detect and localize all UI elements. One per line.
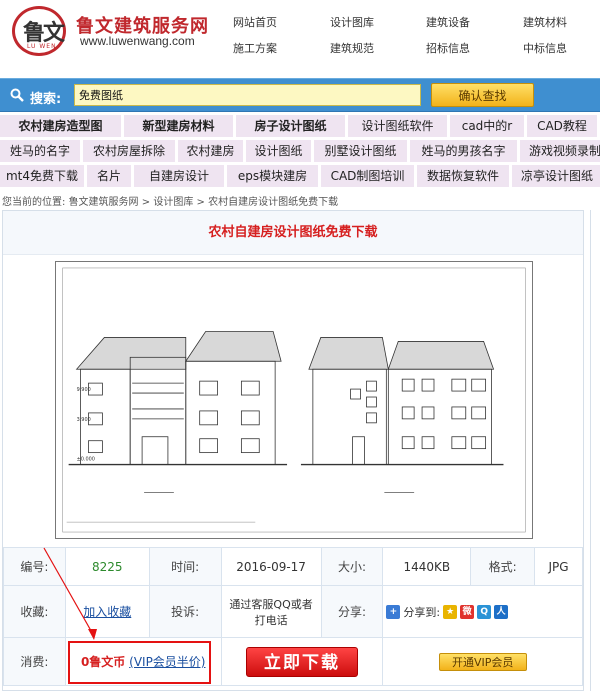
keyword-tag[interactable]: mt4免费下载 [0,165,84,187]
nav-building-materials[interactable]: 建筑材料 [523,14,567,30]
format-value: JPG [534,547,583,586]
tencent-weibo-icon[interactable]: Q [477,605,492,619]
share-to-label: 分享到: [403,606,441,619]
search-bar: 搜索: 确认查找 [0,78,600,112]
keyword-tag[interactable]: 姓马的名字 [0,140,80,162]
right-sidebar-edge [590,210,600,691]
site-url: www.luwenwang.com [80,34,195,48]
breadcrumb-design-library[interactable]: 设计图库 [153,197,193,208]
keyword-tag[interactable]: CAD教程 [527,115,597,137]
keyword-row-2: 姓马的名字 农村房屋拆除 农村建房 设计图纸 别墅设计图纸 姓马的男孩名字 游戏… [0,140,600,164]
keyword-tag[interactable]: 农村建房造型图 [0,115,121,137]
favorite-label: 收藏: [3,585,66,638]
nav-award-info[interactable]: 中标信息 [523,40,567,56]
breadcrumb-separator: > [141,197,151,208]
cost-label: 消费: [3,637,66,686]
keyword-tag[interactable]: 姓马的男孩名字 [410,140,517,162]
nav-design-library[interactable]: 设计图库 [330,14,374,30]
house-elevation-drawing: 9.900 3.900 ±0.000 [62,267,526,533]
content-panel: 农村自建房设计图纸免费下载 9.900 3.900 ±0.000 编号: 822… [2,210,584,691]
logo-subtext: LU WEN [27,43,57,50]
keyword-tag[interactable]: CAD制图培训 [321,165,414,187]
qzone-icon[interactable]: ★ [443,605,458,619]
search-button[interactable]: 确认查找 [431,83,534,107]
breadcrumb: 您当前的位置: 鲁文建筑服务网 > 设计图库 > 农村自建房设计图纸免费下载 [2,193,338,208]
open-vip-button[interactable]: 开通VIP会员 [438,652,527,671]
info-row: 编号: 8225 时间: 2016-09-17 大小: 1440KB 格式: J… [3,547,583,586]
site-logo[interactable]: 鲁文 LU WEN [12,6,66,56]
share-plus-icon[interactable]: + [386,605,401,619]
time-label: 时间: [148,547,222,586]
nav-tender-info[interactable]: 招标信息 [426,40,470,56]
info-row: 收藏: 加入收藏 投诉: 通过客服QQ或者打电话 分享: + 分享到: ★ 微 … [3,585,583,638]
keyword-tag[interactable]: 房子设计图纸 [236,115,345,137]
keyword-tag[interactable]: 游戏视频录制 [520,140,600,162]
page-title: 农村自建房设计图纸免费下载 [3,211,583,255]
keyword-tag[interactable]: eps模块建房 [227,165,318,187]
site-header: 鲁文 LU WEN 鲁文建筑服务网 www.luwenwang.com 网站首页… [0,0,600,66]
breadcrumb-separator: > [196,197,205,208]
keyword-tag[interactable]: 别墅设计图纸 [314,140,407,162]
vip-cell: 开通VIP会员 [382,637,583,686]
breadcrumb-current[interactable]: 农村自建房设计图纸免费下载 [208,197,338,208]
svg-text:9.900: 9.900 [77,387,91,393]
keyword-tag[interactable]: 新型建房材料 [124,115,233,137]
keyword-tag[interactable]: 农村建房 [178,140,243,162]
keyword-row-1: 农村建房造型图 新型建房材料 房子设计图纸 设计图纸软件 cad中的r CAD教… [0,115,600,139]
share-cell: + 分享到: ★ 微 Q 人 [382,585,583,638]
keyword-tag[interactable]: cad中的r [450,115,524,137]
share-label: 分享: [320,585,384,638]
renren-icon[interactable]: 人 [494,605,509,619]
annotation-highlight-box [68,641,211,684]
keyword-tag[interactable]: 自建房设计 [134,165,224,187]
share-icons: + 分享到: ★ 微 Q 人 [386,604,509,620]
size-value: 1440KB [382,547,472,586]
keyword-tag[interactable]: 设计图纸 [246,140,311,162]
format-label: 格式: [470,547,536,586]
nav-building-codes[interactable]: 建筑规范 [330,40,374,56]
favorite-cell: 加入收藏 [64,585,150,638]
size-label: 大小: [320,547,384,586]
keyword-tag[interactable]: 农村房屋拆除 [83,140,175,162]
id-label: 编号: [3,547,66,586]
keyword-tag[interactable]: 设计图纸软件 [348,115,447,137]
drawing-preview-image[interactable]: 9.900 3.900 ±0.000 [55,261,533,539]
nav-construction-plans[interactable]: 施工方案 [233,40,277,56]
svg-text:3.900: 3.900 [77,417,91,423]
weibo-icon[interactable]: 微 [460,605,475,619]
nav-home[interactable]: 网站首页 [233,14,277,30]
keyword-row-3: mt4免费下载 名片 自建房设计 eps模块建房 CAD制图培训 数据恢复软件 … [0,165,600,189]
svg-text:±0.000: ±0.000 [77,457,95,463]
breadcrumb-prefix: 您当前的位置: [2,197,66,208]
download-cell: 立即下载 [220,637,384,686]
complain-label: 投诉: [148,585,222,638]
id-value: 8225 [64,547,150,586]
add-favorite-link[interactable]: 加入收藏 [83,605,131,619]
search-icon [10,88,24,102]
search-input[interactable] [74,84,421,106]
download-button[interactable]: 立即下载 [246,646,359,677]
search-label: 搜索: [30,92,62,107]
keyword-tag[interactable]: 名片 [87,165,131,187]
complain-value: 通过客服QQ或者打电话 [220,585,322,638]
breadcrumb-home[interactable]: 鲁文建筑服务网 [69,197,139,208]
time-value: 2016-09-17 [220,547,322,586]
keyword-tag[interactable]: 凉亭设计图纸 [512,165,600,187]
nav-building-equipment[interactable]: 建筑设备 [426,14,470,30]
keyword-tag[interactable]: 数据恢复软件 [417,165,509,187]
